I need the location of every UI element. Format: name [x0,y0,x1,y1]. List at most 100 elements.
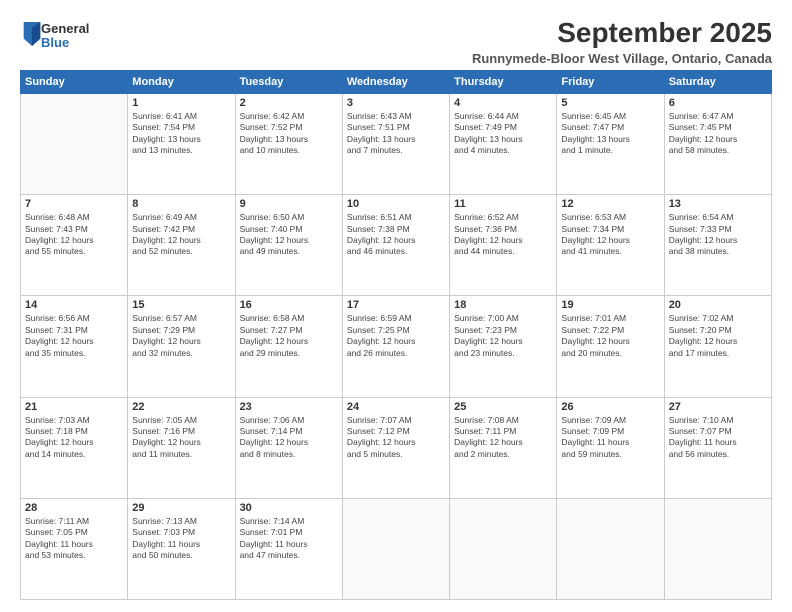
day-number: 14 [25,299,123,311]
calendar-header-row: Sunday Monday Tuesday Wednesday Thursday… [21,70,772,93]
table-row: 5Sunrise: 6:45 AM Sunset: 7:47 PM Daylig… [557,93,664,194]
table-row [21,93,128,194]
table-row: 14 Sunrise: 6:56 AM Sunset: 7:31 PM Dayli… [21,296,128,397]
day-number: 9 [240,198,338,210]
day-number: 2 [240,97,338,109]
table-row: 29 Sunrise: 7:13 AM Sunset: 7:03 PM Dayli… [128,498,235,599]
calendar-week-row: 1 Sunrise: 6:41 AM Sunset: 7:54 PM Daylig… [21,93,772,194]
day-info: Sunrise: 7:06 AM Sunset: 7:14 PM Dayligh… [240,415,338,461]
day-info: Sunrise: 7:08 AM Sunset: 7:11 PM Dayligh… [454,415,552,461]
day-info: Sunrise: 6:59 AM Sunset: 7:25 PM Dayligh… [347,313,445,359]
table-row: 11 Sunrise: 6:52 AM Sunset: 7:36 PM Dayli… [450,195,557,296]
table-row: 1 Sunrise: 6:41 AM Sunset: 7:54 PM Daylig… [128,93,235,194]
table-row: 18 Sunrise: 7:00 AM Sunset: 7:23 PM Dayli… [450,296,557,397]
day-number: 22 [132,401,230,413]
table-row [450,498,557,599]
table-row: 13Sunrise: 6:54 AM Sunset: 7:33 PM Dayli… [664,195,771,296]
header-friday: Friday [557,70,664,93]
day-info: Sunrise: 6:41 AM Sunset: 7:54 PM Dayligh… [132,111,230,157]
day-info: Sunrise: 7:05 AM Sunset: 7:16 PM Dayligh… [132,415,230,461]
day-info: Sunrise: 7:11 AM Sunset: 7:05 PM Dayligh… [25,516,123,562]
day-info: Sunrise: 6:56 AM Sunset: 7:31 PM Dayligh… [25,313,123,359]
logo: General Blue [20,22,89,51]
table-row: 7Sunrise: 6:48 AM Sunset: 7:43 PM Daylig… [21,195,128,296]
day-number: 19 [561,299,659,311]
logo-general-text: General [41,22,89,36]
day-number: 10 [347,198,445,210]
day-info: Sunrise: 6:44 AM Sunset: 7:49 PM Dayligh… [454,111,552,157]
day-info: Sunrise: 7:02 AM Sunset: 7:20 PM Dayligh… [669,313,767,359]
day-number: 16 [240,299,338,311]
table-row: 4 Sunrise: 6:44 AM Sunset: 7:49 PM Daylig… [450,93,557,194]
table-row [557,498,664,599]
day-info: Sunrise: 6:42 AM Sunset: 7:52 PM Dayligh… [240,111,338,157]
day-number: 30 [240,502,338,514]
day-number: 29 [132,502,230,514]
table-row: 20 Sunrise: 7:02 AM Sunset: 7:20 PM Dayli… [664,296,771,397]
day-info: Sunrise: 7:14 AM Sunset: 7:01 PM Dayligh… [240,516,338,562]
day-number: 21 [25,401,123,413]
day-info: Sunrise: 6:50 AM Sunset: 7:40 PM Dayligh… [240,212,338,258]
header-monday: Monday [128,70,235,93]
day-info: Sunrise: 6:57 AM Sunset: 7:29 PM Dayligh… [132,313,230,359]
table-row: 3 Sunrise: 6:43 AM Sunset: 7:51 PM Daylig… [342,93,449,194]
table-row: 26Sunrise: 7:09 AM Sunset: 7:09 PM Dayli… [557,397,664,498]
table-row: 8Sunrise: 6:49 AM Sunset: 7:42 PM Daylig… [128,195,235,296]
day-number: 4 [454,97,552,109]
table-row: 28 Sunrise: 7:11 AM Sunset: 7:05 PM Dayli… [21,498,128,599]
table-row: 23 Sunrise: 7:06 AM Sunset: 7:14 PM Dayli… [235,397,342,498]
day-number: 15 [132,299,230,311]
table-row: 16 Sunrise: 6:58 AM Sunset: 7:27 PM Dayli… [235,296,342,397]
header-wednesday: Wednesday [342,70,449,93]
table-row: 12Sunrise: 6:53 AM Sunset: 7:34 PM Dayli… [557,195,664,296]
day-info: Sunrise: 7:01 AM Sunset: 7:22 PM Dayligh… [561,313,659,359]
day-number: 12 [561,198,659,210]
day-info: Sunrise: 6:43 AM Sunset: 7:51 PM Dayligh… [347,111,445,157]
day-number: 18 [454,299,552,311]
day-info: Sunrise: 7:07 AM Sunset: 7:12 PM Dayligh… [347,415,445,461]
logo-text: General Blue [41,22,89,51]
table-row: 21 Sunrise: 7:03 AM Sunset: 7:18 PM Dayli… [21,397,128,498]
header-thursday: Thursday [450,70,557,93]
logo-icon [23,22,41,46]
day-info: Sunrise: 7:13 AM Sunset: 7:03 PM Dayligh… [132,516,230,562]
table-row: 30 Sunrise: 7:14 AM Sunset: 7:01 PM Dayli… [235,498,342,599]
table-row: 25 Sunrise: 7:08 AM Sunset: 7:11 PM Dayli… [450,397,557,498]
table-row: 15 Sunrise: 6:57 AM Sunset: 7:29 PM Dayli… [128,296,235,397]
day-number: 7 [25,198,123,210]
table-row: 10Sunrise: 6:51 AM Sunset: 7:38 PM Dayli… [342,195,449,296]
day-number: 27 [669,401,767,413]
day-info: Sunrise: 6:52 AM Sunset: 7:36 PM Dayligh… [454,212,552,258]
table-row: 9 Sunrise: 6:50 AM Sunset: 7:40 PM Daylig… [235,195,342,296]
table-row: 17 Sunrise: 6:59 AM Sunset: 7:25 PM Dayli… [342,296,449,397]
day-number: 25 [454,401,552,413]
header-tuesday: Tuesday [235,70,342,93]
calendar-week-row: 7Sunrise: 6:48 AM Sunset: 7:43 PM Daylig… [21,195,772,296]
day-number: 5 [561,97,659,109]
day-info: Sunrise: 7:00 AM Sunset: 7:23 PM Dayligh… [454,313,552,359]
table-row: 19 Sunrise: 7:01 AM Sunset: 7:22 PM Dayli… [557,296,664,397]
day-number: 8 [132,198,230,210]
day-number: 1 [132,97,230,109]
table-row: 24 Sunrise: 7:07 AM Sunset: 7:12 PM Dayli… [342,397,449,498]
table-row [342,498,449,599]
day-number: 3 [347,97,445,109]
day-number: 6 [669,97,767,109]
header-sunday: Sunday [21,70,128,93]
day-number: 17 [347,299,445,311]
day-number: 20 [669,299,767,311]
day-number: 24 [347,401,445,413]
day-info: Sunrise: 6:58 AM Sunset: 7:27 PM Dayligh… [240,313,338,359]
day-info: Sunrise: 7:10 AM Sunset: 7:07 PM Dayligh… [669,415,767,461]
day-number: 23 [240,401,338,413]
calendar-week-row: 21 Sunrise: 7:03 AM Sunset: 7:18 PM Dayli… [21,397,772,498]
title-section: September 2025 Runnymede-Bloor West Vill… [89,18,772,66]
logo-blue-text: Blue [41,36,89,50]
day-info: Sunrise: 7:03 AM Sunset: 7:18 PM Dayligh… [25,415,123,461]
day-number: 28 [25,502,123,514]
day-info: Sunrise: 6:47 AM Sunset: 7:45 PM Dayligh… [669,111,767,157]
header-saturday: Saturday [664,70,771,93]
table-row: 27 Sunrise: 7:10 AM Sunset: 7:07 PM Dayli… [664,397,771,498]
day-info: Sunrise: 7:09 AM Sunset: 7:09 PM Dayligh… [561,415,659,461]
day-number: 11 [454,198,552,210]
